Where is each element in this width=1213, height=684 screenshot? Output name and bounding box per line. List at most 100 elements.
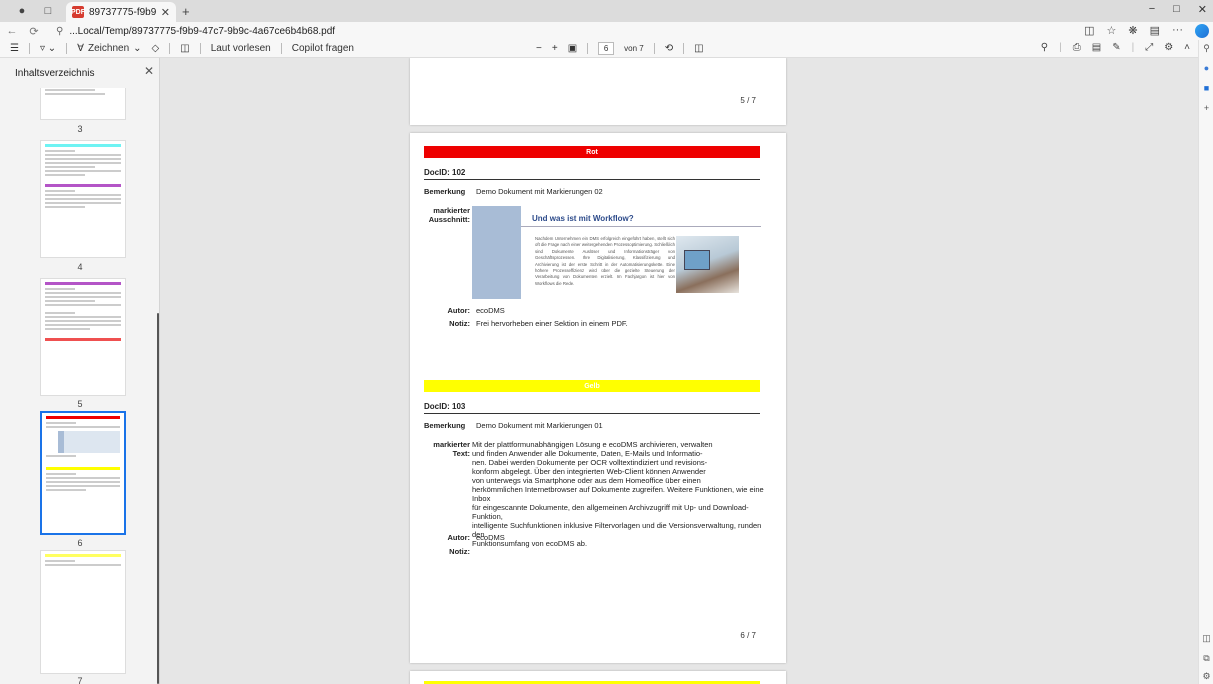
fullscreen-icon[interactable]: ⤢ — [1145, 42, 1153, 53]
browser-tab[interactable]: PDF 89737775-f9b9-47c7-9b9c-4a67 ✕ — [66, 2, 176, 22]
close-window-icon[interactable]: ✕ — [1198, 3, 1207, 16]
text-line: herkömmlichen Internetbrowser auf Dokume… — [472, 485, 764, 503]
eraser-icon[interactable]: ◇ — [152, 43, 160, 54]
divider — [587, 43, 589, 54]
note-label: Notiz: — [449, 547, 470, 556]
split-screen-icon[interactable]: ◫ — [1084, 24, 1094, 38]
settings-icon[interactable]: ⚙ — [1202, 672, 1211, 681]
divider — [683, 43, 685, 54]
excerpt-text: Nachdem Unternehmen ein DMS erfolgreich … — [535, 236, 675, 286]
thumbnail-page-7[interactable] — [40, 550, 126, 674]
print-icon[interactable]: ⎙ — [1073, 42, 1081, 53]
two-page-icon[interactable]: ◫ — [694, 43, 703, 54]
text-line: konform abgelegt. Über den integrierten … — [472, 467, 706, 476]
copilot-icon[interactable] — [1195, 24, 1209, 38]
author-row: Autor: ecoDMS — [424, 306, 505, 315]
author-row: Autor: ecoDMS — [424, 533, 505, 542]
tab-close-icon[interactable]: ✕ — [161, 6, 170, 19]
read-aloud-button[interactable]: Laut vorlesen — [211, 43, 271, 54]
title-bar: ● □ PDF 89737775-f9b9-47c7-9b9c-4a67 ✕ +… — [0, 0, 1213, 22]
url-text: ...Local/Temp/89737775-f9b9-47c7-9b9c-4a… — [69, 25, 336, 37]
pdf-viewport: 5 / 7 Rot DocID: 102 Bemerkung Demo Doku… — [161, 58, 1198, 684]
workspaces-icon[interactable]: □ — [40, 3, 56, 19]
highlight-icon[interactable]: ▿ ⌄ — [40, 43, 56, 54]
text-line: nen. Dabei werden Dokumente per OCR voll… — [472, 458, 708, 467]
text-line: für eingescannte Dokumente, den allgemei… — [472, 503, 749, 521]
pdf-page-5: 5 / 7 — [410, 58, 786, 125]
url-field[interactable]: ⚲ ...Local/Temp/89737775-f9b9-47c7-9b9c-… — [56, 26, 335, 37]
tab-title: 89737775-f9b9-47c7-9b9c-4a67 — [89, 6, 156, 18]
draw-icon: ∀ — [77, 43, 84, 54]
save-as-icon[interactable]: ✎ — [1112, 42, 1120, 53]
excerpt-heading: Und was ist mit Workflow? — [532, 214, 634, 223]
author-value: ecoDMS — [476, 306, 505, 315]
divider — [28, 43, 30, 54]
thumbnail-page-4[interactable] — [40, 140, 126, 258]
more-icon[interactable]: ··· — [1172, 24, 1183, 38]
excerpt-label: markierter Ausschnitt: — [428, 206, 470, 224]
doc-id: DocID: 102 — [424, 168, 760, 180]
author-label: Autor: — [447, 533, 471, 542]
external-icon[interactable]: ⧉ — [1202, 654, 1211, 663]
collections-icon[interactable]: ▤ — [1150, 24, 1160, 38]
add-icon[interactable]: + — [1202, 104, 1211, 113]
new-tab-icon[interactable]: + — [182, 4, 190, 19]
divider — [169, 43, 171, 54]
author-label: Autor: — [447, 306, 471, 315]
reload-icon[interactable]: ⟳ — [28, 25, 40, 38]
favorite-icon[interactable]: ☆ — [1107, 24, 1117, 38]
section-bar-red: Rot — [424, 146, 760, 158]
zoom-out-button[interactable]: − — [536, 43, 542, 54]
settings-icon[interactable]: ⚙ — [1164, 42, 1173, 53]
divider — [280, 43, 282, 54]
excerpt-row: markierter Ausschnitt: — [424, 206, 476, 224]
fit-page-icon[interactable]: ▣ — [568, 43, 577, 54]
favorites-icon[interactable]: ❋ — [1128, 24, 1137, 38]
note-value: Frei hervorheben einer Sektion in einem … — [476, 319, 628, 328]
page-number-input[interactable]: 6 — [598, 42, 615, 55]
zoom-in-button[interactable]: + — [552, 43, 558, 54]
search-icon: ⚲ — [56, 25, 64, 37]
profile-icon[interactable]: ● — [14, 3, 30, 19]
edge-sidebar: ⚲ ● ■ + ◫ ⧉ ⚙ — [1198, 40, 1213, 684]
extension-icon[interactable]: ● — [1202, 64, 1211, 73]
thumbnail-label: 6 — [77, 538, 83, 548]
remark-value: Demo Dokument mit Markierungen 02 — [476, 187, 603, 196]
minimize-icon[interactable]: − — [1149, 3, 1155, 16]
pdf-page-7 — [410, 671, 786, 684]
doc-id: DocID: 103 — [424, 402, 760, 414]
save-icon[interactable]: ▤ — [1092, 42, 1101, 53]
excerpt-image: Und was ist mit Workflow? Nachdem Untern… — [472, 206, 761, 299]
marked-text-label: markierter Text: — [433, 440, 470, 458]
marked-text-block: Mit der plattformunabhängigen Lösung e e… — [472, 440, 767, 548]
remark-row: Bemerkung Demo Dokument mit Markierungen… — [424, 421, 603, 430]
search-icon[interactable]: ⚲ — [1041, 42, 1048, 53]
divider — [653, 43, 655, 54]
thumbnail-label: 3 — [77, 124, 83, 134]
back-icon[interactable]: ← — [6, 25, 18, 37]
thumbnail-page-6[interactable] — [40, 411, 126, 535]
remark-row: Bemerkung Demo Dokument mit Markierungen… — [424, 187, 603, 196]
divider — [66, 43, 68, 54]
copilot-button[interactable]: Copilot fragen — [292, 43, 354, 54]
page-number: 5 / 7 — [740, 96, 756, 105]
search-icon[interactable]: ⚲ — [1202, 44, 1211, 53]
page-number: 6 / 7 — [740, 631, 756, 640]
draw-button[interactable]: ∀ Zeichnen ⌄ — [77, 43, 141, 54]
pdf-page-6: Rot DocID: 102 Bemerkung Demo Dokument m… — [410, 133, 786, 663]
collapse-icon[interactable]: ˄ — [1184, 42, 1190, 53]
view-icon[interactable]: ◫ — [180, 43, 189, 54]
page-count: von 7 — [624, 44, 644, 53]
rotate-icon[interactable]: ⟲ — [665, 43, 673, 54]
sidebar-toggle-icon[interactable]: ◫ — [1202, 634, 1211, 643]
thumbnail-page-5[interactable] — [40, 278, 126, 396]
toc-icon[interactable]: ☰ — [10, 43, 19, 54]
restore-icon[interactable]: □ — [1173, 3, 1180, 16]
outlook-icon[interactable]: ■ — [1202, 84, 1211, 93]
note-row: Notiz: Frei hervorheben einer Sektion in… — [424, 319, 628, 328]
sidebar-scrollbar[interactable] — [157, 313, 159, 684]
thumbnail-label: 7 — [77, 676, 83, 684]
note-label: Notiz: — [449, 319, 470, 328]
close-icon[interactable]: ✕ — [144, 64, 154, 78]
thumbnail-page-3[interactable] — [40, 88, 126, 120]
